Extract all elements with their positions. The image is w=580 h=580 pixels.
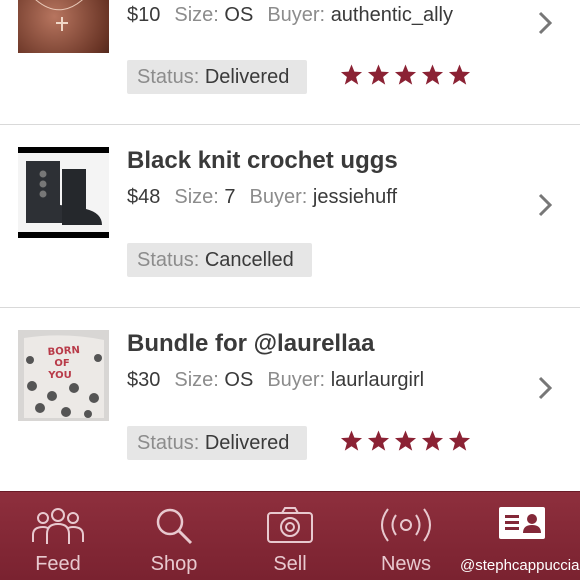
order-size: OS: [224, 369, 254, 391]
rating-stars: [340, 63, 471, 86]
star-icon: [394, 64, 417, 85]
star-icon: [367, 430, 390, 451]
order-buyer: laurlaurgirl: [330, 369, 425, 391]
status-badge: Status: Delivered: [127, 426, 308, 460]
tab-news[interactable]: News: [348, 492, 464, 580]
tab-label: Shop: [150, 553, 198, 575]
chevron-right-icon[interactable]: [538, 11, 552, 35]
order-price: $48: [127, 186, 161, 208]
order-title: Bundle for @laurellaa: [127, 330, 375, 357]
order-thumbnail: [18, 0, 109, 53]
tab-feed[interactable]: Feed: [0, 492, 116, 580]
star-icon: [340, 64, 363, 85]
order-title: Black knit crochet uggs: [127, 147, 398, 174]
order-thumbnail: BORN OF YOU: [18, 330, 109, 421]
order-size: OS: [224, 4, 254, 26]
thumb-text: OF: [54, 358, 69, 369]
people-icon: [32, 508, 84, 544]
size-label: Size:: [174, 186, 219, 208]
status-badge: Status: Cancelled: [127, 243, 312, 277]
tab-sell[interactable]: Sell: [232, 492, 348, 580]
tab-label: @stephcappuccia2: [460, 557, 580, 574]
order-item[interactable]: $10 Size: OS Buyer: authentic_ally Status:…: [0, 0, 580, 124]
chevron-right-icon[interactable]: [538, 193, 552, 217]
star-icon: [448, 430, 471, 451]
status-value: Delivered: [204, 432, 290, 454]
buyer-label: Buyer:: [249, 186, 308, 208]
order-price: $10: [127, 4, 161, 26]
star-icon: [448, 64, 471, 85]
order-buyer: jessiehuff: [312, 186, 398, 208]
tab-shop[interactable]: Shop: [116, 492, 232, 580]
size-label: Size:: [174, 369, 219, 391]
status-label: Status:: [137, 249, 200, 271]
status-value: Delivered: [204, 66, 290, 88]
order-size: 7: [224, 186, 236, 208]
star-icon: [394, 430, 417, 451]
order-price: $30: [127, 369, 161, 391]
chevron-right-icon[interactable]: [538, 376, 552, 400]
order-buyer: authentic_ally: [330, 4, 453, 26]
tab-profile[interactable]: @stephcappuccia2: [460, 492, 580, 580]
camera-icon: [267, 507, 313, 543]
order-item[interactable]: BORN OF YOU Bundle for @laurellaa $30 Siz…: [0, 308, 580, 491]
buyer-label: Buyer:: [267, 4, 326, 26]
profile-card-icon: [499, 507, 545, 539]
order-meta: $30 Size: OS Buyer: laurlaurgirl: [127, 369, 424, 392]
order-item[interactable]: Black knit crochet uggs $48 Size: 7 Buyer:…: [0, 125, 580, 307]
search-icon: [156, 508, 193, 545]
bottom-tab-bar: Feed Shop Sell News @stephcappuccia2: [0, 491, 580, 580]
star-icon: [340, 430, 363, 451]
rating-stars: [340, 429, 471, 452]
status-value: Cancelled: [204, 249, 294, 271]
broadcast-icon: [381, 508, 431, 542]
star-icon: [421, 430, 444, 451]
tab-label: Sell: [273, 553, 307, 575]
thumb-text: BORN: [47, 345, 80, 358]
order-meta: $10 Size: OS Buyer: authentic_ally: [127, 4, 453, 27]
order-thumbnail: [18, 147, 109, 238]
star-icon: [367, 64, 390, 85]
tab-label: News: [380, 553, 431, 575]
thumb-text: YOU: [47, 370, 72, 381]
status-badge: Status: Delivered: [127, 60, 308, 94]
buyer-label: Buyer:: [267, 369, 326, 391]
status-label: Status:: [137, 432, 200, 454]
order-meta: $48 Size: 7 Buyer: jessiehuff: [127, 186, 397, 209]
star-icon: [421, 64, 444, 85]
status-label: Status:: [137, 66, 200, 88]
size-label: Size:: [174, 4, 219, 26]
tab-label: Feed: [35, 553, 81, 575]
